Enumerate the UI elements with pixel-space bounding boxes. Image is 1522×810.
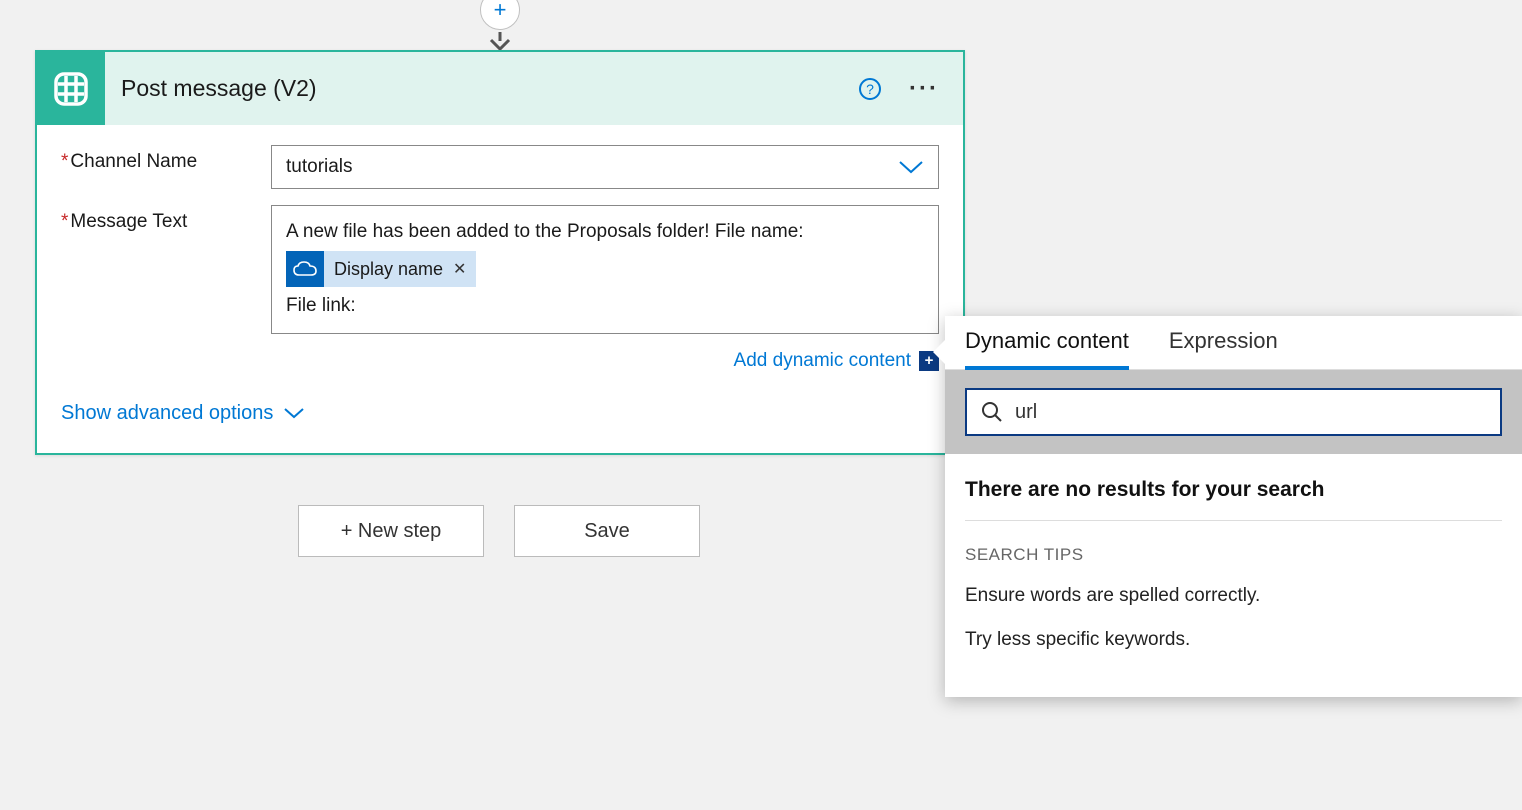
dynamic-content-search[interactable]	[965, 388, 1502, 436]
flyout-beak	[933, 340, 945, 364]
search-tips-header: SEARCH TIPS	[965, 545, 1502, 565]
save-button[interactable]: Save	[514, 505, 700, 557]
new-step-button[interactable]: + New step	[298, 505, 484, 557]
show-advanced-options-link[interactable]: Show advanced options	[61, 402, 939, 425]
token-label: Display name	[324, 254, 453, 285]
add-dynamic-content-link[interactable]: Add dynamic content +	[734, 350, 939, 372]
message-line3: File link:	[286, 295, 356, 316]
token-remove-icon[interactable]: ✕	[453, 256, 476, 283]
more-menu-icon[interactable]: ···	[909, 75, 939, 103]
dynamic-content-flyout: Dynamic content Expression There are no …	[945, 316, 1522, 697]
no-results-message: There are no results for your search	[965, 478, 1502, 521]
search-tip: Ensure words are spelled correctly.	[965, 585, 1502, 607]
message-text-input[interactable]: A new file has been added to the Proposa…	[271, 205, 939, 334]
card-header[interactable]: Post message (V2) ? ···	[37, 52, 963, 125]
tab-dynamic-content[interactable]: Dynamic content	[965, 328, 1129, 370]
chevron-down-icon	[898, 159, 924, 175]
channel-name-value: tutorials	[286, 156, 353, 178]
message-line1: A new file has been added to the Proposa…	[286, 221, 804, 242]
chevron-down-icon	[283, 406, 305, 420]
help-icon[interactable]: ?	[859, 78, 881, 100]
slack-icon	[37, 52, 105, 125]
card-title: Post message (V2)	[121, 75, 859, 102]
tab-expression[interactable]: Expression	[1169, 328, 1278, 369]
insert-step-button[interactable]: +	[480, 0, 520, 30]
dynamic-token-display-name[interactable]: Display name ✕	[286, 251, 476, 287]
post-message-action-card: Post message (V2) ? ··· *Channel Name tu…	[35, 50, 965, 455]
channel-name-label: *Channel Name	[61, 145, 271, 189]
search-tip: Try less specific keywords.	[965, 629, 1502, 651]
search-input[interactable]	[1015, 401, 1486, 424]
message-text-label: *Message Text	[61, 205, 271, 334]
arrow-down-icon	[489, 32, 511, 50]
search-icon	[981, 401, 1003, 423]
channel-name-select[interactable]: tutorials	[271, 145, 939, 189]
onedrive-icon	[286, 251, 324, 287]
